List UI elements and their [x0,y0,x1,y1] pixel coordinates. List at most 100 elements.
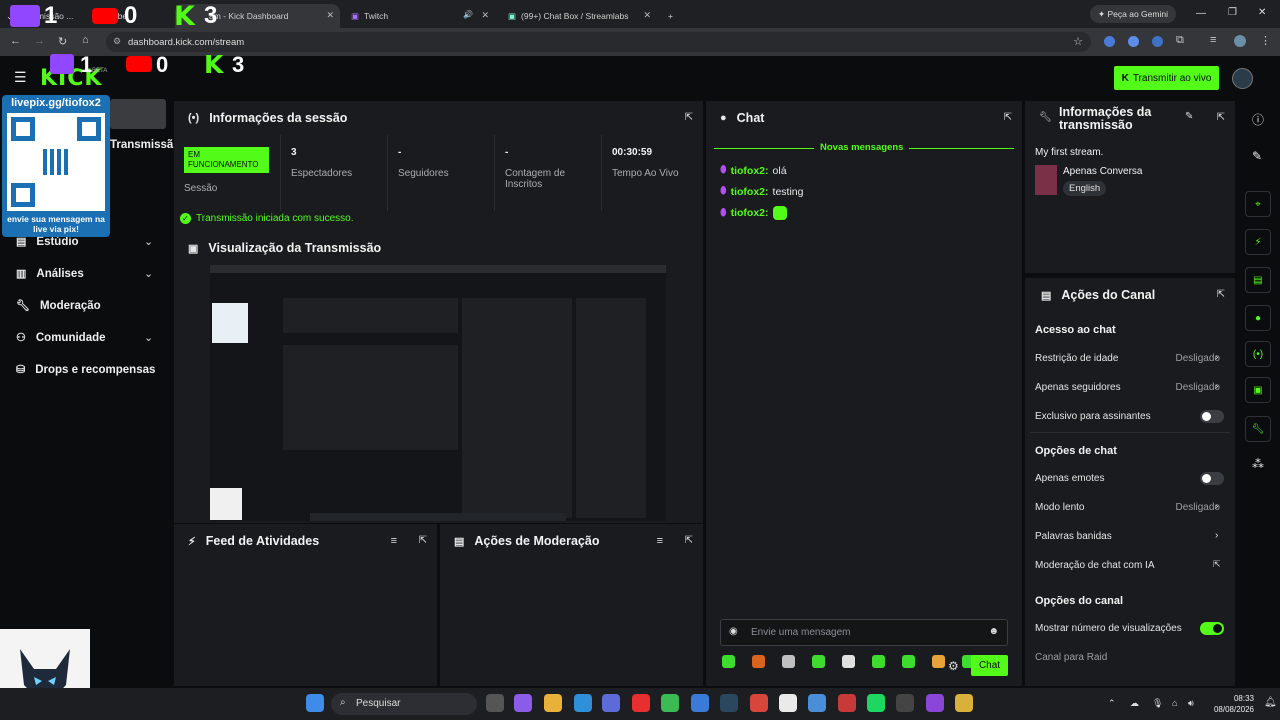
app-icon[interactable] [750,694,768,712]
bookmark-star-icon[interactable]: ☆ [1073,35,1083,48]
close-tab-icon[interactable]: ✕ [481,10,489,21]
chat-settings-gear-icon[interactable]: ⚙ [948,659,959,673]
go-live-button[interactable]: K Transmitir ao vivo [1114,66,1219,90]
forward-icon[interactable]: → [34,35,45,47]
chat-username[interactable]: tiofox2: [731,186,769,198]
rail-button-broadcast[interactable]: (•) [1245,341,1271,367]
windows-start-icon[interactable] [306,694,324,712]
microphone-icon[interactable]: 🎙︎ [1152,698,1163,709]
cloud-icon[interactable]: ☁ [1130,698,1139,709]
hamburger-menu-icon[interactable]: ☰ [14,69,27,86]
rail-button-chat[interactable]: ● [1245,305,1271,331]
pencil-icon[interactable]: ✎ [1252,149,1262,163]
rail-button-activity[interactable]: ⚡︎ [1245,229,1271,255]
slow-mode-setting[interactable]: Modo lento [1035,502,1084,513]
extension-icon[interactable] [1152,36,1163,47]
chat-username[interactable]: tiofox2: [731,207,769,219]
edge-icon[interactable] [574,694,592,712]
task-view-icon[interactable] [486,694,504,712]
raid-channel-setting[interactable]: Canal para Raid [1035,652,1107,663]
chevron-right-icon[interactable]: › [1215,530,1218,541]
chat-send-button[interactable]: Chat [971,655,1008,676]
stream-preview-video[interactable] [210,265,666,521]
obs-icon[interactable] [691,694,709,712]
tab-streamlabs[interactable]: ▣ (99+) Chat Box / Streamlabs ✕ [502,4,657,28]
chevron-down-icon[interactable]: ⌄ [144,331,153,344]
calculator-icon[interactable] [808,694,826,712]
url-field[interactable]: ⚙ dashboard.kick.com/stream ☆ [106,32,1091,52]
reading-list-icon[interactable]: ≡ [1210,34,1216,46]
popout-icon[interactable]: ⇱ [1217,289,1225,300]
minimize-button[interactable]: — [1196,8,1206,19]
chat-message[interactable]: ⬮ tiofox2: testing [720,185,803,198]
close-tab-icon[interactable]: ✕ [643,10,651,21]
info-icon[interactable]: ⓘ [1252,111,1264,128]
volume-icon[interactable]: 🔊︎ [1188,698,1194,709]
tab-twitch[interactable]: ▣ Twitch 🔊 ✕ [345,4,495,28]
spotify-icon[interactable] [867,694,885,712]
emote-icon[interactable] [782,655,795,668]
nav-item-analytics[interactable]: ▥ Análises [16,267,84,281]
show-views-toggle[interactable] [1200,622,1224,635]
chat-input[interactable]: ◉ Envie uma mensagem ☻ [720,619,1008,646]
emote-icon[interactable] [902,655,915,668]
edit-pencil-icon[interactable]: ✎ [1185,111,1193,122]
chevron-up-icon[interactable]: ⌃ [1108,698,1116,709]
rail-button-session[interactable]: ⌖ [1245,191,1271,217]
browser-menu-icon[interactable]: ⋮ [1260,34,1271,47]
home-icon[interactable]: ⌂ [82,34,89,46]
nav-item-transmission[interactable]: Transmissã [110,139,173,151]
filter-icon[interactable]: ≡ [657,535,663,547]
extension-icon[interactable] [1128,36,1139,47]
new-tab-button[interactable]: + [662,4,682,28]
copilot-icon[interactable] [514,694,532,712]
external-link-icon[interactable]: ⇱ [1213,559,1221,570]
restore-button[interactable]: ❐ [1228,7,1237,18]
emote-picker-icon[interactable]: ☻ [988,626,999,637]
twitch-app-icon[interactable] [926,694,944,712]
chat-message[interactable]: ⬮ tiofox2: [720,206,787,220]
store-icon[interactable] [602,694,620,712]
tab-kick-dashboard[interactable]: am - Kick Dashboard ✕ [175,4,340,28]
emote-icon[interactable] [752,655,765,668]
followers-only-setting[interactable]: Apenas seguidores [1035,382,1121,393]
apps-icon[interactable]: ⁂ [1252,457,1264,471]
close-tab-icon[interactable]: ✕ [326,10,334,21]
popout-icon[interactable]: ⇱ [419,535,427,546]
rail-button-moderation[interactable]: ▤ [1245,267,1271,293]
profile-avatar[interactable] [1234,35,1246,47]
popout-icon[interactable]: ⇱ [1217,112,1225,123]
subscribers-only-toggle[interactable] [1200,410,1224,423]
emote-icon[interactable] [872,655,885,668]
notion-icon[interactable] [779,694,797,712]
steam-icon[interactable] [720,694,738,712]
banned-words-setting[interactable]: Palavras banidas [1035,531,1112,542]
reload-icon[interactable]: ↻ [58,35,67,48]
chat-username[interactable]: tiofox2: [731,165,769,177]
taskbar-clock[interactable]: 08:33 08/08/2026 [1208,693,1254,715]
popout-icon[interactable]: ⇱ [685,535,693,546]
close-window-button[interactable]: ✕ [1258,7,1266,18]
nav-item-community[interactable]: ⚇ Comunidade [16,331,106,345]
notifications-icon[interactable]: 🔔︎ [1264,697,1277,708]
nav-item-drops[interactable]: ⛁ Drops e recompensas [16,363,155,377]
youtube-app-icon[interactable] [632,694,650,712]
filter-icon[interactable]: ≡ [391,535,397,547]
file-explorer-icon[interactable] [544,694,562,712]
app-icon[interactable] [955,694,973,712]
emote-icon[interactable] [932,655,945,668]
ai-moderation-setting[interactable]: Moderação de chat com IA [1035,560,1155,571]
extension-icon[interactable] [1104,36,1115,47]
rail-button-tools[interactable]: 🔧︎ [1245,416,1271,442]
rail-button-preview[interactable]: ▣ [1245,377,1271,403]
emote-icon[interactable] [722,655,735,668]
chevron-right-icon[interactable]: › [1215,352,1218,363]
app-icon[interactable] [838,694,856,712]
taskbar-search[interactable]: ⌕ Pesquisar [331,693,477,715]
chevron-down-icon[interactable]: ⌄ [144,235,153,248]
chat-user-badge-icon[interactable]: ◉ [729,626,738,637]
chat-message[interactable]: ⬮ tiofox2: olá [720,164,787,177]
emotes-only-toggle[interactable] [1200,472,1224,485]
gemini-button[interactable]: ✦ Peça ao Gemini [1090,5,1176,23]
emote-icon[interactable] [812,655,825,668]
